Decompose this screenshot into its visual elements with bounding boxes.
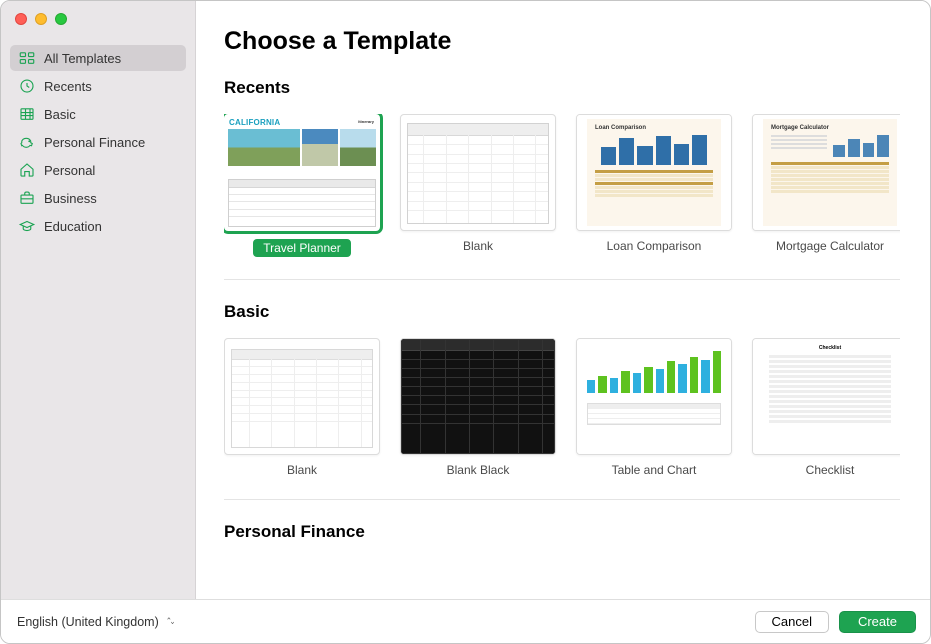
template-thumbnail [400,338,556,455]
sidebar-item-all-templates[interactable]: All Templates [10,45,186,71]
template-label: Checklist [806,463,855,477]
template-label: Blank [463,239,493,253]
window-traffic-lights [1,1,195,45]
sidebar-item-label: Personal [44,163,95,178]
sidebar-item-label: Business [44,191,97,206]
grid-icon [18,49,36,67]
section-header-recents: Recents [224,78,900,98]
template-travel-planner[interactable]: CALIFORNIA Itinerary Travel Planner [224,114,380,257]
sidebar-item-business[interactable]: Business [10,185,186,211]
template-label: Table and Chart [612,463,697,477]
template-thumbnail [576,338,732,455]
template-mortgage-calculator[interactable]: Mortgage Calculator Mortgage Calculator [752,114,900,257]
window-minimize-button[interactable] [35,13,47,25]
language-popup[interactable]: English (United Kingdom) [13,615,208,629]
sidebar-item-label: Education [44,219,102,234]
section-basic: Basic Blank [224,302,900,500]
template-thumbnail [400,114,556,231]
home-icon [18,161,36,179]
thumb-inner-title: Checklist [769,345,891,351]
sidebar-item-recents[interactable]: Recents [10,73,186,99]
window-close-button[interactable] [15,13,27,25]
language-label: English (United Kingdom) [17,615,159,629]
template-chooser-window: All Templates Recents Basic [0,0,931,644]
window-zoom-button[interactable] [55,13,67,25]
template-thumbnail: Loan Comparison [576,114,732,231]
sidebar-item-personal-finance[interactable]: Personal Finance [10,129,186,155]
piggy-icon [18,133,36,151]
template-loan-comparison[interactable]: Loan Comparison Loan Comparison [576,114,732,257]
template-label: Mortgage Calculator [776,239,884,253]
template-label: Travel Planner [253,239,351,257]
briefcase-icon [18,189,36,207]
sidebar-item-personal[interactable]: Personal [10,157,186,183]
sidebar-item-label: Personal Finance [44,135,145,150]
gradcap-icon [18,217,36,235]
template-label: Loan Comparison [607,239,702,253]
main-content: Choose a Template Recents CALIFORNIA Iti… [196,1,930,599]
thumb-inner-title: Mortgage Calculator [763,119,897,133]
template-blank-black[interactable]: Blank Black [400,338,556,477]
bottom-toolbar: English (United Kingdom) Cancel Create [1,599,930,643]
sidebar-item-label: Recents [44,79,92,94]
section-recents: Recents CALIFORNIA Itinerary [224,78,900,280]
sidebar-item-education[interactable]: Education [10,213,186,239]
template-checklist[interactable]: Checklist Checklist [752,338,900,477]
template-label: Blank [287,463,317,477]
section-personal-finance: Personal Finance [224,522,900,580]
template-blank-basic[interactable]: Blank [224,338,380,477]
template-label: Blank Black [447,463,510,477]
sidebar-item-label: Basic [44,107,76,122]
cancel-button[interactable]: Cancel [755,611,829,633]
sidebar-item-basic[interactable]: Basic [10,101,186,127]
section-header-basic: Basic [224,302,900,322]
template-blank[interactable]: Blank [400,114,556,257]
sidebar: All Templates Recents Basic [1,1,196,599]
thumb-inner-title: Loan Comparison [587,119,721,133]
template-thumbnail: CALIFORNIA Itinerary [224,114,380,231]
page-title: Choose a Template [224,27,930,56]
template-thumbnail [224,338,380,455]
sidebar-item-label: All Templates [44,51,121,66]
template-thumbnail: Checklist [752,338,900,455]
thumb-inner-title: CALIFORNIA [229,118,280,127]
thumb-inner-sub: Itinerary [358,119,374,124]
create-button[interactable]: Create [839,611,916,633]
clock-icon [18,77,36,95]
table-icon [18,105,36,123]
template-thumbnail: Mortgage Calculator [752,114,900,231]
sidebar-nav: All Templates Recents Basic [1,45,195,241]
section-header-personal-finance: Personal Finance [224,522,900,542]
template-table-and-chart[interactable]: Table and Chart [576,338,732,477]
